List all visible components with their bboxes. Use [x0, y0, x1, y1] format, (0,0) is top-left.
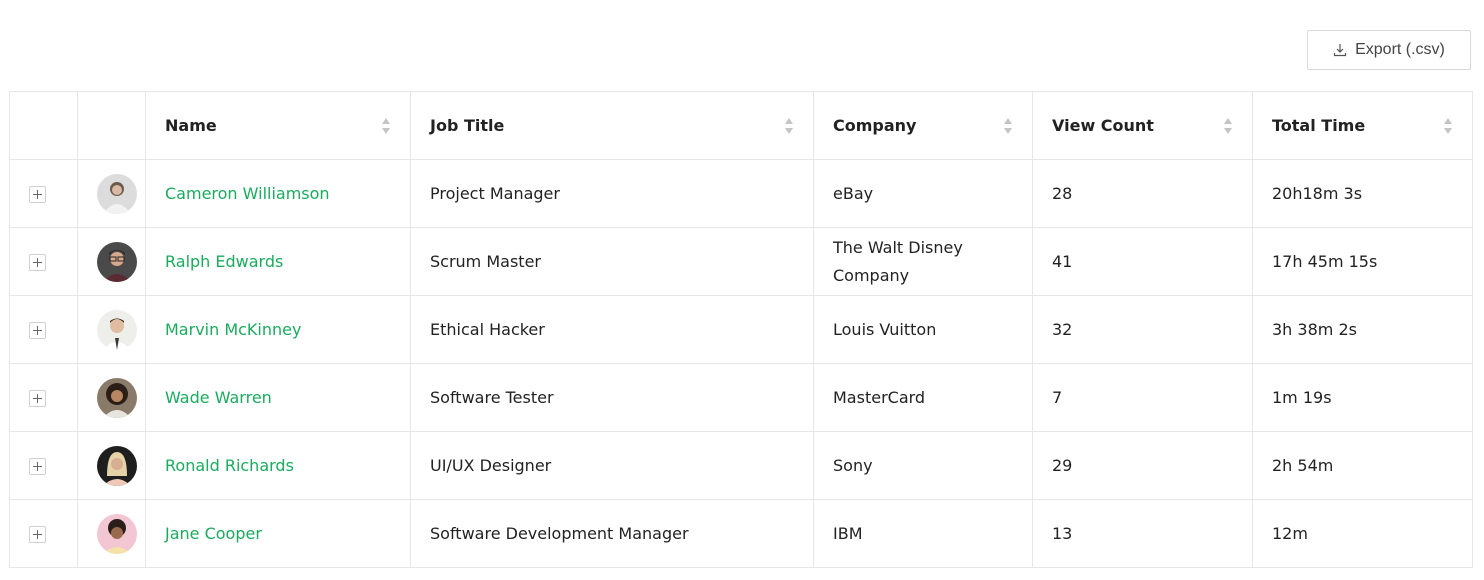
avatar-cell	[77, 499, 146, 568]
column-header-label: View Count	[1052, 116, 1154, 135]
avatar-cell	[77, 431, 146, 500]
table-row: Jane Cooper Software Development Manager…	[9, 499, 1473, 568]
table-row: Cameron Williamson Project Manager eBay …	[9, 159, 1473, 228]
expand-row-icon[interactable]	[29, 457, 46, 475]
expand-column-header	[9, 91, 78, 160]
column-header-total-time[interactable]: Total Time	[1252, 91, 1473, 160]
sort-icon[interactable]	[381, 117, 391, 135]
expand-cell	[9, 295, 78, 364]
avatar	[97, 377, 137, 418]
name-cell: Wade Warren	[145, 363, 411, 432]
column-header-job-title[interactable]: Job Title	[410, 91, 814, 160]
avatar	[97, 309, 137, 350]
column-header-label: Name	[165, 116, 217, 135]
view-count-cell: 7	[1032, 363, 1253, 432]
view-count-cell: 28	[1032, 159, 1253, 228]
avatar	[97, 513, 137, 554]
name-cell: Ronald Richards	[145, 431, 411, 500]
table-row: Wade Warren Software Tester MasterCard 7…	[9, 363, 1473, 432]
company-cell: IBM	[813, 499, 1033, 568]
column-header-name[interactable]: Name	[145, 91, 411, 160]
expand-row-icon[interactable]	[29, 525, 46, 543]
table-row: Ralph Edwards Scrum Master The Walt Disn…	[9, 227, 1473, 296]
avatar	[97, 241, 137, 282]
job-title-cell: Software Development Manager	[410, 499, 814, 568]
table-row: Marvin McKinney Ethical Hacker Louis Vui…	[9, 295, 1473, 364]
total-time-cell: 2h 54m	[1252, 431, 1473, 500]
expand-row-icon[interactable]	[29, 185, 46, 203]
table-row: Ronald Richards UI/UX Designer Sony 29 2…	[9, 431, 1473, 500]
sessions-table: Name Job Title Company View Count Total …	[9, 91, 1473, 568]
sort-icon[interactable]	[784, 117, 794, 135]
expand-cell	[9, 363, 78, 432]
expand-cell	[9, 227, 78, 296]
job-title-cell: Project Manager	[410, 159, 814, 228]
total-time-cell: 12m	[1252, 499, 1473, 568]
expand-cell	[9, 499, 78, 568]
name-link[interactable]: Ronald Richards	[165, 456, 294, 475]
expand-cell	[9, 159, 78, 228]
page: Export (.csv) Name Job Title Company Vie…	[0, 0, 1484, 580]
name-link[interactable]: Cameron Williamson	[165, 184, 330, 203]
job-title-cell: UI/UX Designer	[410, 431, 814, 500]
avatar	[97, 445, 137, 486]
name-cell: Ralph Edwards	[145, 227, 411, 296]
download-icon	[1333, 43, 1347, 57]
column-header-company[interactable]: Company	[813, 91, 1033, 160]
column-header-label: Company	[833, 116, 917, 135]
expand-cell	[9, 431, 78, 500]
column-header-view-count[interactable]: View Count	[1032, 91, 1253, 160]
job-title-cell: Ethical Hacker	[410, 295, 814, 364]
name-link[interactable]: Jane Cooper	[165, 524, 262, 543]
sort-icon[interactable]	[1003, 117, 1013, 135]
total-time-cell: 17h 45m 15s	[1252, 227, 1473, 296]
total-time-cell: 20h18m 3s	[1252, 159, 1473, 228]
sort-icon[interactable]	[1223, 117, 1233, 135]
expand-row-icon[interactable]	[29, 253, 46, 271]
name-link[interactable]: Wade Warren	[165, 388, 272, 407]
avatar-column-header	[77, 91, 146, 160]
company-cell: MasterCard	[813, 363, 1033, 432]
job-title-cell: Software Tester	[410, 363, 814, 432]
name-link[interactable]: Ralph Edwards	[165, 252, 283, 271]
company-cell: The Walt Disney Company	[813, 227, 1033, 296]
sort-icon[interactable]	[1443, 117, 1453, 135]
column-header-label: Total Time	[1272, 116, 1366, 135]
expand-row-icon[interactable]	[29, 389, 46, 407]
company-cell: Sony	[813, 431, 1033, 500]
view-count-cell: 13	[1032, 499, 1253, 568]
total-time-cell: 1m 19s	[1252, 363, 1473, 432]
view-count-cell: 29	[1032, 431, 1253, 500]
name-cell: Jane Cooper	[145, 499, 411, 568]
export-label: Export (.csv)	[1355, 41, 1445, 58]
name-cell: Marvin McKinney	[145, 295, 411, 364]
column-header-label: Job Title	[430, 116, 505, 135]
view-count-cell: 41	[1032, 227, 1253, 296]
name-cell: Cameron Williamson	[145, 159, 411, 228]
job-title-cell: Scrum Master	[410, 227, 814, 296]
name-link[interactable]: Marvin McKinney	[165, 320, 301, 339]
export-csv-button[interactable]: Export (.csv)	[1307, 30, 1471, 70]
avatar-cell	[77, 363, 146, 432]
company-cell: eBay	[813, 159, 1033, 228]
table-header-row: Name Job Title Company View Count Total …	[9, 91, 1473, 160]
view-count-cell: 32	[1032, 295, 1253, 364]
avatar-cell	[77, 295, 146, 364]
avatar-cell	[77, 159, 146, 228]
avatar	[97, 173, 137, 214]
company-cell: Louis Vuitton	[813, 295, 1033, 364]
avatar-cell	[77, 227, 146, 296]
expand-row-icon[interactable]	[29, 321, 46, 339]
total-time-cell: 3h 38m 2s	[1252, 295, 1473, 364]
